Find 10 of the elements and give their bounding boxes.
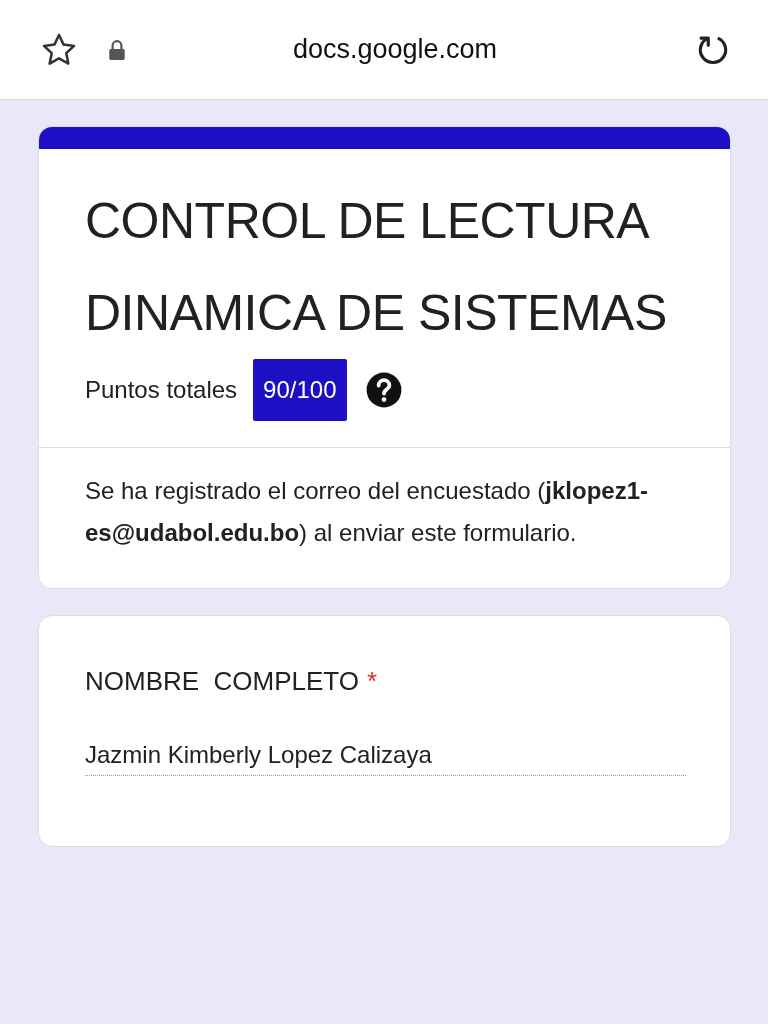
answer-field[interactable]: Jazmin Kimberly Lopez Calizaya (85, 735, 686, 776)
email-notice: Se ha registrado el correo del encuestado (jklopez1-es@udabol.edu.bo) al enviar este formulario. (85, 476, 649, 548)
score-badge: 90/100 (253, 359, 347, 421)
form-title: CONTROL DE LECTURA DINAMICA DE SISTEMAS (85, 192, 668, 343)
question-label: NOMBRE COMPLETO (85, 666, 359, 697)
address-text[interactable]: docs.google.com (126, 34, 664, 65)
lock-icon (108, 38, 126, 61)
help-icon[interactable] (364, 371, 403, 409)
required-mark: * (367, 666, 378, 697)
score-label: Puntos totales (85, 376, 238, 404)
